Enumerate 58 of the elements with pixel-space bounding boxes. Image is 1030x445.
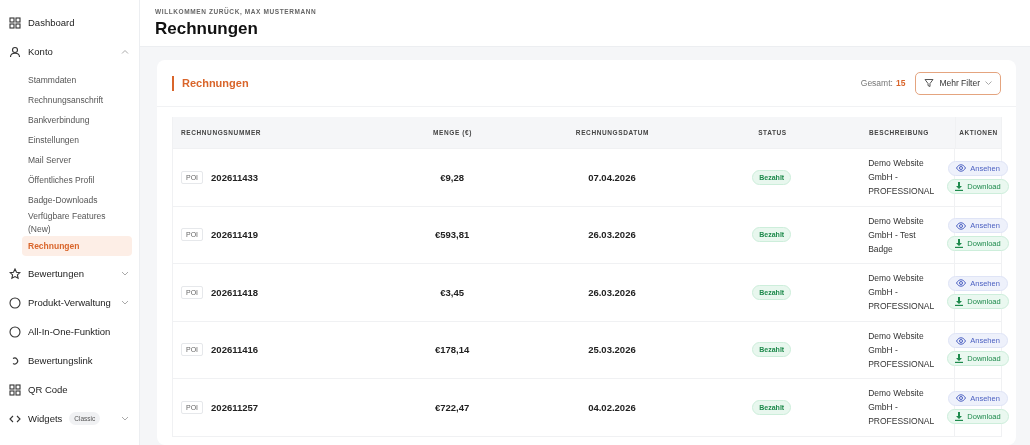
amount: €3,45 (440, 286, 465, 298)
invoice-date: 26.03.2026 (588, 286, 636, 298)
amount: €593,81 (434, 229, 470, 241)
grid-icon (9, 383, 21, 396)
nav-item[interactable]: All-In-One-Funktion (0, 317, 139, 346)
description: Demo Website GmbH - PROFESSIONAL (868, 387, 936, 429)
description: Demo Website GmbH - PROFESSIONAL (868, 157, 936, 199)
nav-subitem[interactable]: Stammdaten (22, 70, 132, 90)
star-icon (9, 267, 21, 280)
circle-icon (9, 296, 21, 309)
download-icon (955, 411, 964, 421)
nav-subitem[interactable]: Verfügbare Features (New) (22, 210, 132, 236)
description: Demo Website GmbH - PROFESSIONAL (868, 272, 936, 314)
amount: €9,28 (440, 171, 465, 183)
nav-subitem[interactable]: Öffentliches Profil (22, 170, 132, 190)
download-icon (955, 296, 964, 306)
eye-icon (956, 164, 967, 173)
total-label: Gesamt: (860, 78, 893, 88)
nav-item[interactable]: Bewertungen (0, 259, 139, 288)
circle-icon (9, 325, 21, 338)
filter-icon (924, 78, 935, 88)
page-title: Rechnungen (155, 19, 259, 39)
amount: €178,14 (434, 344, 470, 356)
nav-item[interactable]: Bewertungslink (0, 346, 139, 375)
download-icon (955, 239, 964, 249)
card-title: Rechnungen (172, 75, 249, 91)
nav-item[interactable]: Konto (0, 37, 139, 66)
nav-item[interactable]: Produkt-Verwaltung (0, 288, 139, 317)
eye-icon (956, 336, 967, 345)
invoice-date: 25.03.2026 (588, 344, 636, 356)
invoice-number: 202611433 (211, 171, 259, 183)
invoice-date: 26.03.2026 (588, 229, 636, 241)
nav-subitem[interactable]: Badge-Downloads (22, 190, 132, 210)
eye-icon (956, 221, 967, 230)
description: Demo Website GmbH - Test Badge (868, 214, 925, 256)
description: Demo Website GmbH - PROFESSIONAL (868, 329, 936, 371)
invoice-number: 202611419 (211, 229, 259, 241)
nav-item[interactable]: QR Code (0, 375, 139, 404)
invoice-number: 202611418 (211, 286, 259, 298)
nav-subitem[interactable]: Bankverbindung (22, 110, 132, 130)
grid-icon (9, 16, 21, 29)
total-count: 15 (895, 78, 906, 88)
nav-subitem[interactable]: Mail Server (22, 150, 132, 170)
download-icon (955, 354, 964, 364)
filter-button[interactable]: Mehr Filter (915, 71, 1001, 95)
nav-subitem[interactable]: Rechnungsanschrift (22, 90, 132, 110)
invoice-number: 202611257 (211, 401, 259, 413)
invoice-date: 04.02.2026 (588, 401, 636, 413)
nav-item[interactable]: Dashboard (0, 8, 139, 37)
invoice-date: 07.04.2026 (588, 171, 636, 183)
chevron-icon (985, 81, 992, 85)
download-icon (955, 181, 964, 191)
user-icon (9, 45, 21, 58)
invoice-number: 202611416 (211, 344, 259, 356)
nav-subitem[interactable]: Einstellungen (22, 130, 132, 150)
eye-icon (956, 279, 967, 288)
eye-icon (956, 394, 967, 403)
amount: €722,47 (434, 401, 470, 413)
